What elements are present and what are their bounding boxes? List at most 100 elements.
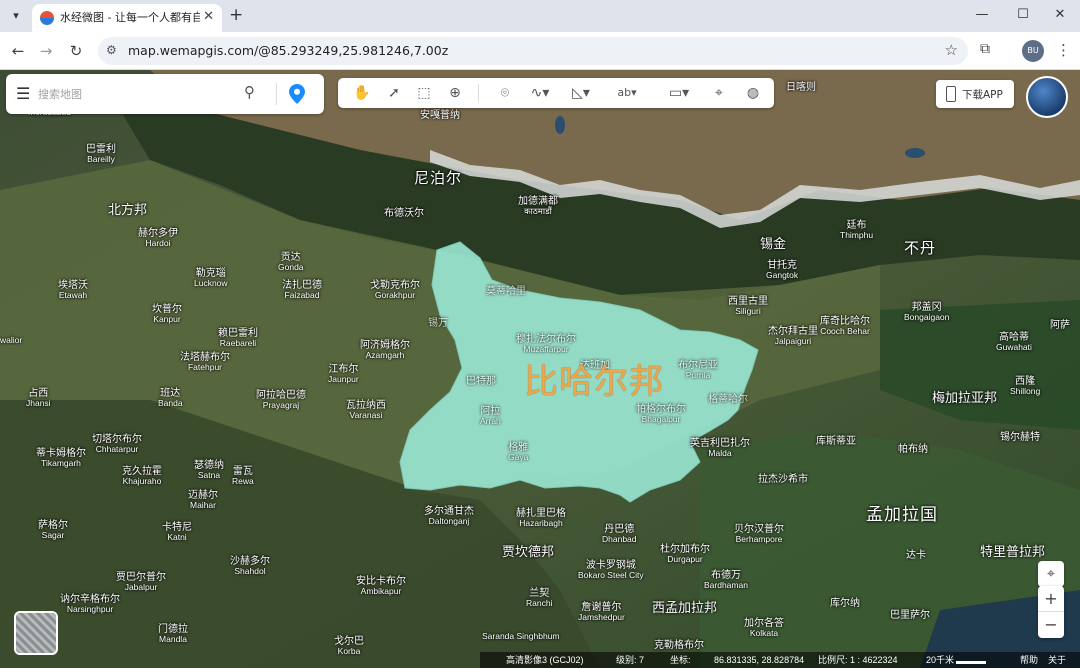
city-label-en: Mandla [159,634,187,644]
bookmark-star-icon[interactable]: ☆ [945,41,958,59]
region-label: 北方邦 [108,203,148,218]
city-label-en: Jalpaiguri [774,336,812,346]
city-label-en: Shahdol [234,566,266,576]
country-label-nepal: 尼泊尔 [414,169,463,187]
map-tools-bar: ✋ ➚ ⬚ ⊕ ⌾ ∿▾ ◺▾ ab▾ ▭▾ ⌖ ◍ [338,78,774,108]
country-label-bhutan: 不丹 [904,239,937,257]
city-label: 日喀则 [786,82,816,93]
help-link[interactable]: 帮助 [1020,652,1038,668]
city-label-en: Faizabad [284,290,320,300]
search-icon[interactable]: ⚲ [244,83,255,101]
cursor-coords: 86.831335, 28.828784 [714,655,805,665]
box-select-icon[interactable]: ⬚ [414,83,434,103]
download-app-button[interactable]: 下载APP [936,80,1014,108]
forward-button[interactable]: → [36,41,56,61]
cursor-tool-icon[interactable]: ⌖ [708,83,730,103]
city-label-en: Kolkata [749,628,779,638]
profile-avatar[interactable]: BU [1022,40,1044,62]
search-input[interactable] [38,84,238,104]
address-bar[interactable]: ⚙ map.wemapgis.com/@85.293249,25.981246,… [98,37,968,65]
browser-menu-icon[interactable]: ⋮ [1056,41,1071,59]
browser-toolbar: ← → ↻ ⚙ map.wemapgis.com/@85.293249,25.9… [0,32,1080,70]
back-button[interactable]: ← [8,41,28,61]
zoom-in-button[interactable]: + [1038,586,1064,612]
city-label-en: Bardhaman [704,580,748,590]
city-label-en: walior [0,335,23,345]
menu-icon[interactable]: ☰ [16,85,30,103]
city-label-en: Durgapur [667,554,703,564]
city-label-en: Banda [158,398,183,408]
close-tab-icon[interactable]: ✕ [203,9,214,25]
city-label: 库尔纳 [830,598,860,609]
site-info-icon[interactable]: ⚙ [106,43,117,57]
city-label-en: Ranchi [526,598,553,608]
city-label-en: Narsinghpur [66,604,114,614]
city-label: 阿萨 [1050,320,1070,331]
city-label-en: Gaya [508,452,529,462]
zoom-level: 级别: 7 [616,655,645,665]
city-label: 布德沃尔 [384,208,424,219]
divider [276,83,277,105]
layer-switcher-button[interactable] [14,611,58,655]
coord-label: 坐标: [670,655,691,665]
city-label: 帕布纳 [898,444,928,455]
city-label: 克勒格布尔 [654,640,704,651]
city-label-en: Fatehpur [187,362,223,372]
tab-search-button[interactable]: ▾ [6,6,26,26]
city-label-en: Kanpur [153,314,181,324]
active-tab[interactable]: 水经微图 - 让每一个人都有自己 ✕ [32,4,222,32]
reload-button[interactable]: ↻ [66,41,86,61]
city-label-en: Guwahati [996,342,1032,352]
city-label-en: Gorakhpur [374,290,416,300]
new-tab-button[interactable]: + [229,5,243,25]
select-pointer-icon[interactable]: ➚ [384,83,404,103]
draw-polygon-icon[interactable]: ◺▾ [566,83,596,103]
divider [478,84,479,102]
zoom-control: + − [1038,586,1064,638]
region-label: 西孟加拉邦 [652,601,718,616]
zoom-area-icon[interactable]: ⊕ [444,83,466,103]
city-label-en: Jabalpur [124,582,158,592]
globe-layer-icon[interactable]: ◍ [742,83,764,103]
city-label: 达卡 [906,550,926,561]
city-label-en: Tikamgarh [41,458,81,468]
city-label-en: Malda [708,448,732,458]
pan-hand-icon[interactable]: ✋ [352,83,372,103]
city-label-en: Jaunpur [328,374,359,384]
extensions-icon[interactable]: ⧉ [980,41,990,57]
city-label-en: Etawah [58,290,88,300]
minimize-button[interactable]: — [972,5,992,25]
city-label-en: Bareilly [87,154,115,164]
city-label-en: Khajuraho [122,476,162,486]
region-label: 贾坎德邦 [502,545,555,560]
maximize-button[interactable]: ☐ [1013,5,1033,25]
city-label-en: Varanasi [349,410,383,420]
city-label-en: Jhansi [26,398,51,408]
locate-me-button[interactable]: ⌖ [1038,561,1064,587]
city-label-en: Chhatarpur [95,444,139,454]
close-window-button[interactable]: ✕ [1050,5,1070,25]
city-label: 安嘎普纳 [420,110,460,121]
draw-line-icon[interactable]: ∿▾ [526,83,554,103]
city-label-en: Dhanbad [602,534,637,544]
place-marker-icon[interactable]: ⌾ [494,83,516,103]
location-pin-icon[interactable] [289,84,305,104]
measure-ruler-icon[interactable]: ▭▾ [662,83,696,103]
city-label-en: Saranda Singhbhum [482,631,560,641]
city-label: 拉杰沙希市 [758,474,808,485]
map-canvas[interactable]: Moradabad 巴雷利Bareilly 北方邦 赫尔多伊Hardoi 勒克瑙… [0,70,1080,668]
scale-bar [956,661,986,664]
about-link[interactable]: 关于 [1048,652,1066,668]
city-label-en: Hardoi [145,238,171,248]
city-label: 库斯蒂亚 [816,436,856,447]
city-label-en: Gonda [278,262,304,272]
city-label-en: Korba [337,646,361,656]
url-text[interactable]: map.wemapgis.com/@85.293249,25.981246,7.… [128,43,448,59]
city-label-en: Satna [197,470,221,480]
city-label-en: Hazaribagh [519,518,563,528]
globe-view-button[interactable] [1026,76,1068,118]
text-label-icon[interactable]: ab▾ [610,83,644,103]
zoom-out-button[interactable]: − [1038,612,1064,638]
city-label-en: Muzaffarpur [523,344,569,354]
city-label: 锡万 [428,318,448,329]
